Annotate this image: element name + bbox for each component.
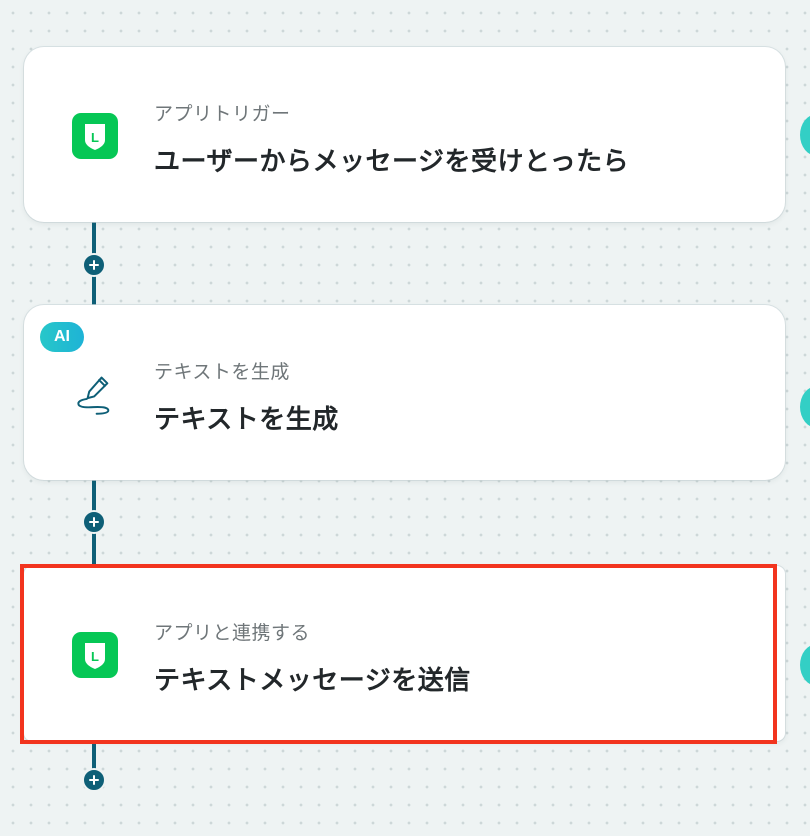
step-type-label: テキストを生成	[154, 361, 290, 383]
pen-write-icon	[72, 371, 118, 417]
plus-icon	[89, 260, 99, 270]
step-status-indicator[interactable]	[800, 644, 810, 686]
svg-text:L: L	[91, 649, 99, 664]
step-status-indicator[interactable]	[800, 114, 810, 156]
step-type-label: アプリと連携する	[154, 622, 311, 644]
step-title: テキストメッセージを送信	[154, 666, 471, 696]
step-title: ユーザーからメッセージを受けとったら	[154, 147, 630, 177]
line-app-icon: L	[72, 113, 118, 159]
flow-step-card-ai[interactable]: テキストを生成 テキストを生成	[24, 305, 785, 480]
step-title: テキストを生成	[154, 405, 339, 435]
add-step-button[interactable]	[82, 253, 106, 277]
line-app-icon: L	[72, 632, 118, 678]
plus-icon	[89, 517, 99, 527]
ai-badge: AI	[40, 322, 84, 352]
add-step-button[interactable]	[82, 510, 106, 534]
plus-icon	[89, 775, 99, 785]
svg-text:L: L	[91, 130, 99, 145]
step-type-label: アプリトリガー	[154, 103, 291, 125]
flow-step-card-trigger[interactable]: L アプリトリガー ユーザーからメッセージを受けとったら	[24, 47, 785, 222]
step-status-indicator[interactable]	[800, 386, 810, 428]
flow-step-card-action[interactable]: L アプリと連携する テキストメッセージを送信	[24, 566, 785, 741]
add-step-button[interactable]	[82, 768, 106, 792]
